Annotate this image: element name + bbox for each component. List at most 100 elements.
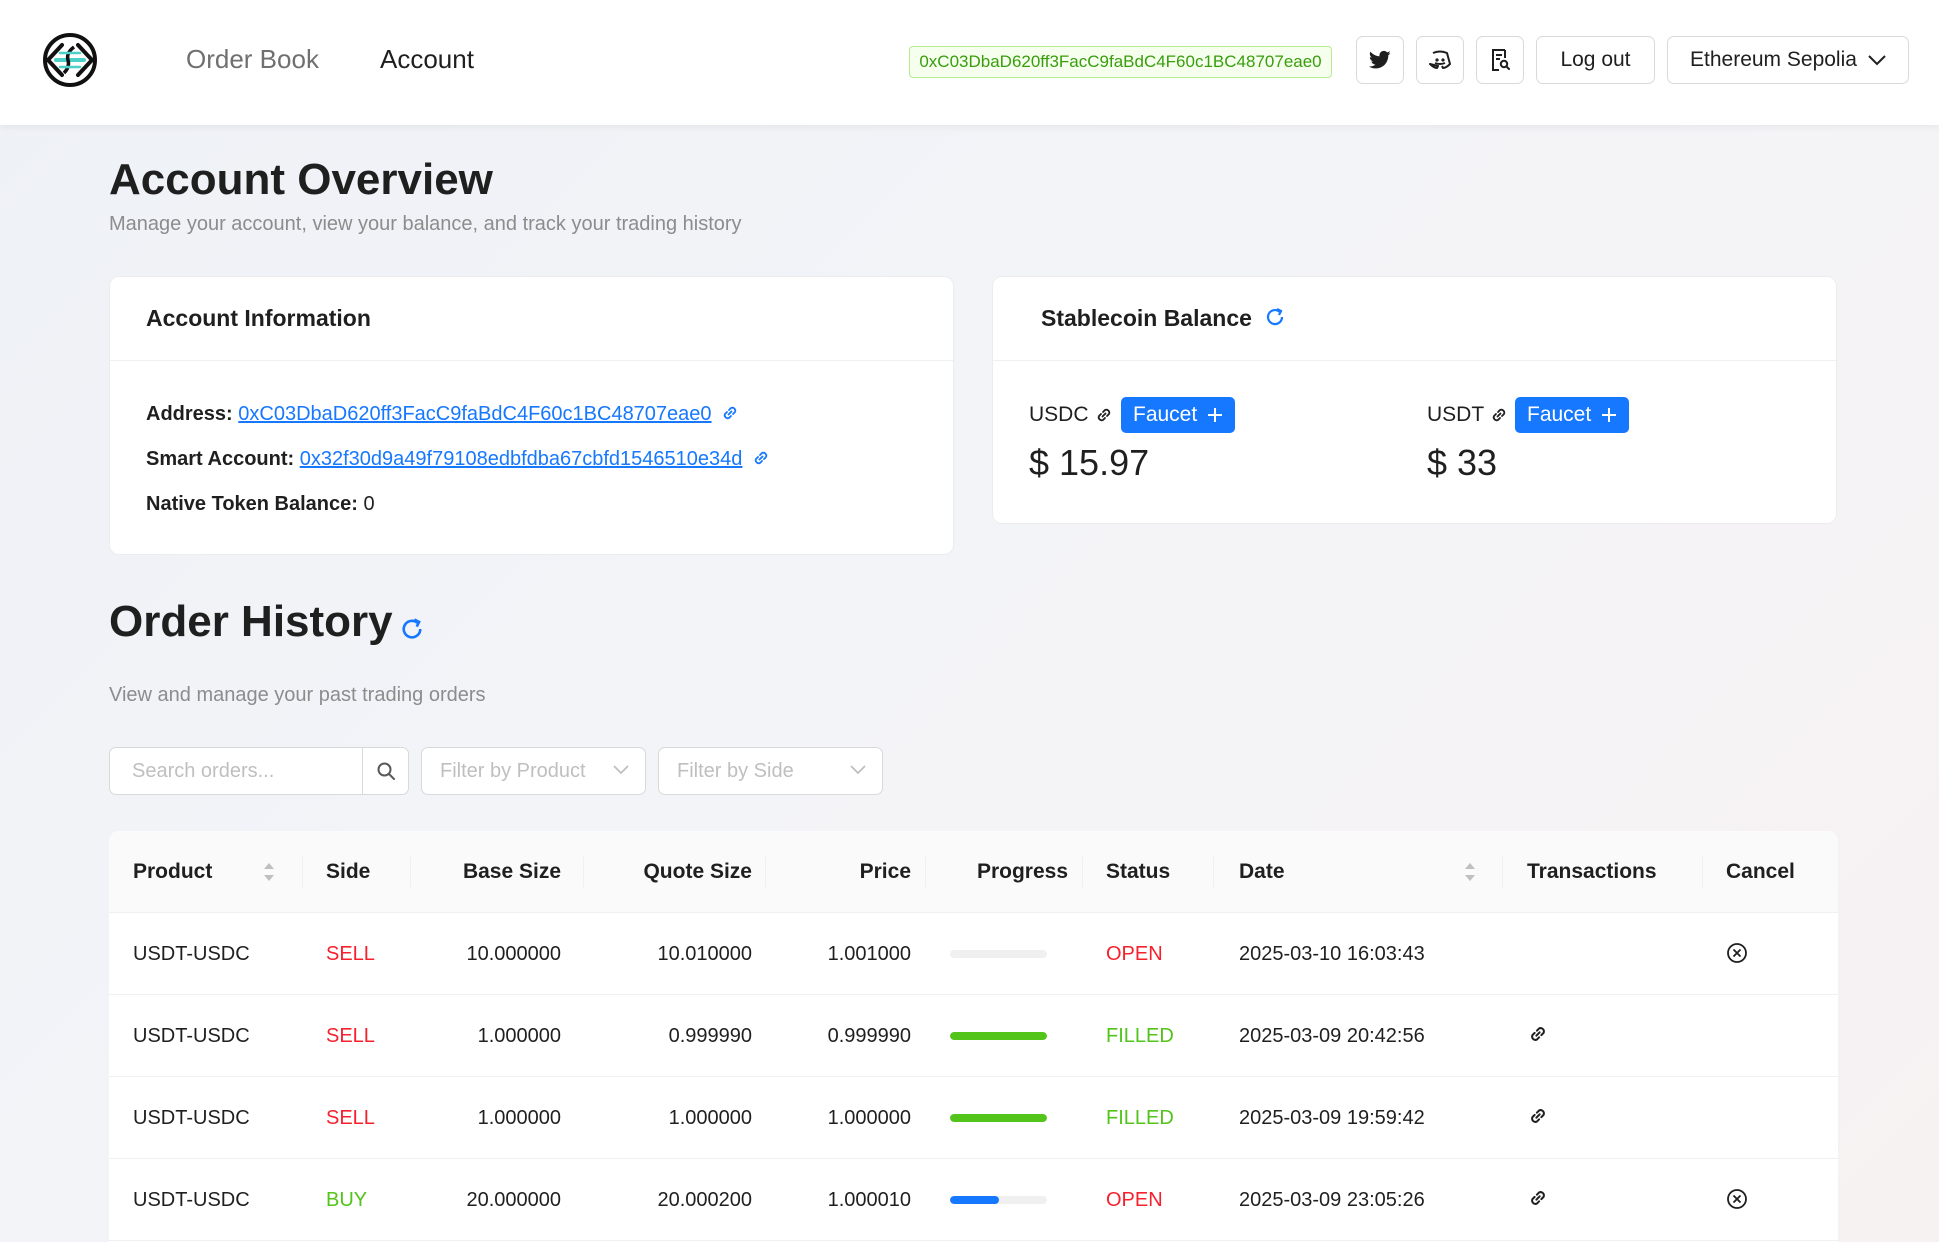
cell-date: 2025-03-09 19:59:42 [1239, 1107, 1425, 1129]
col-quote-size: Quote Size [643, 860, 752, 883]
cell-price: 1.000010 [827, 1189, 911, 1211]
plus-icon [1602, 408, 1617, 422]
link-icon[interactable] [752, 449, 770, 467]
address-row: Address: 0xC03DbaD620ff3FacC9faBdC4F60c1… [146, 403, 739, 426]
address-label: Address: [146, 403, 233, 425]
cell-product: USDT-USDC [133, 1189, 250, 1211]
table-header: Product Side Base Size Quote Size Price … [109, 831, 1838, 913]
search-input[interactable] [110, 748, 362, 794]
native-balance-value: 0 [363, 493, 375, 515]
top-navbar: Order Book Account 0xC03DbaD620ff3FacC9f… [0, 0, 1939, 125]
filter-side-placeholder: Filter by Side [677, 759, 794, 782]
table-row: USDT-USDC SELL 1.000000 0.999990 0.999990 FIL… [109, 995, 1838, 1077]
refresh-icon[interactable] [1264, 306, 1286, 328]
twitter-button[interactable] [1356, 36, 1404, 84]
stablecoin-title: Stablecoin Balance [1041, 305, 1252, 331]
progress-bar [950, 1196, 1047, 1204]
col-product[interactable]: Product [133, 831, 212, 913]
cell-product: USDT-USDC [133, 1025, 250, 1047]
network-select[interactable]: Ethereum Sepolia [1667, 36, 1909, 84]
cell-quote-size: 20.000200 [657, 1189, 752, 1211]
search-icon [377, 762, 395, 780]
filter-product-select[interactable]: Filter by Product [421, 747, 646, 795]
col-progress: Progress [976, 860, 1068, 883]
smart-account-link[interactable]: 0x32f30d9a49f79108edbfdba67cbfd1546510e3… [300, 448, 743, 470]
account-info-card: Account Information Address: 0xC03DbaD62… [109, 276, 954, 555]
cancel-order-icon[interactable] [1726, 942, 1748, 969]
cell-date: 2025-03-09 20:42:56 [1239, 1025, 1425, 1047]
cell-product: USDT-USDC [133, 943, 250, 965]
cell-side: SELL [326, 943, 375, 965]
refresh-icon[interactable] [399, 616, 425, 642]
cancel-order-icon[interactable] [1726, 1188, 1748, 1215]
order-history-subtitle: View and manage your past trading orders [109, 684, 486, 706]
sort-icon[interactable] [262, 861, 276, 883]
usdt-symbol: USDT [1427, 403, 1485, 426]
table-row: USDT-USDC BUY 20.000000 20.000200 1.000010 OP… [109, 1159, 1838, 1241]
cell-price: 0.999990 [827, 1025, 911, 1047]
progress-bar [950, 950, 1047, 958]
twitter-icon [1369, 50, 1391, 69]
plus-icon [1208, 408, 1223, 422]
order-history-heading: Order History [109, 597, 425, 647]
native-balance-row: Native Token Balance: 0 [146, 493, 375, 516]
cell-status: FILLED [1106, 1025, 1174, 1047]
cell-side: SELL [326, 1025, 375, 1047]
nav-order-book[interactable]: Order Book [186, 44, 319, 75]
usdt-balance: $ 33 [1427, 442, 1498, 483]
cell-product: USDT-USDC [133, 1107, 250, 1129]
account-info-title: Account Information [110, 277, 953, 361]
col-base-size: Base Size [462, 860, 561, 883]
logout-button[interactable]: Log out [1536, 36, 1655, 84]
link-icon[interactable] [1095, 406, 1113, 424]
transaction-link-icon[interactable] [1528, 1106, 1548, 1131]
order-search [109, 747, 409, 795]
cell-status: OPEN [1106, 1189, 1163, 1211]
filter-side-select[interactable]: Filter by Side [658, 747, 883, 795]
chevron-down-icon [1868, 55, 1886, 66]
col-transactions: Transactions [1527, 860, 1657, 883]
chevron-down-icon [850, 765, 866, 775]
cell-price: 1.000000 [827, 1107, 911, 1129]
usdc-faucet-button[interactable]: Faucet [1121, 397, 1236, 433]
link-icon[interactable] [721, 404, 739, 422]
page-title: Account Overview [109, 155, 493, 204]
col-status: Status [1106, 860, 1171, 883]
cell-base-size: 1.000000 [477, 1025, 561, 1047]
address-link[interactable]: 0xC03DbaD620ff3FacC9faBdC4F60c1BC48707ea… [238, 403, 711, 425]
progress-fill [950, 1114, 1047, 1122]
cell-date: 2025-03-09 23:05:26 [1239, 1189, 1425, 1211]
cell-side: SELL [326, 1107, 375, 1129]
docs-button[interactable] [1476, 36, 1524, 84]
usdc-label: USDC [1029, 403, 1113, 427]
discord-button[interactable] [1416, 36, 1464, 84]
cell-price: 1.001000 [827, 943, 911, 965]
usdt-label: USDT [1427, 403, 1508, 427]
link-icon[interactable] [1490, 406, 1508, 424]
progress-fill [950, 1196, 999, 1204]
transaction-link-icon[interactable] [1528, 1024, 1548, 1049]
transaction-link-icon[interactable] [1528, 1188, 1548, 1213]
usdc-balance: $ 15.97 [1029, 442, 1150, 483]
filter-product-placeholder: Filter by Product [440, 759, 586, 782]
cell-quote-size: 0.999990 [668, 1025, 752, 1047]
chevron-down-icon [613, 765, 629, 775]
wallet-address-tag: 0xC03DbaD620ff3FacC9faBdC4F60c1BC48707ea… [909, 46, 1332, 78]
cell-base-size: 1.000000 [477, 1107, 561, 1129]
stablecoin-card: Stablecoin Balance USDC Faucet $ 15.97 U… [992, 276, 1837, 524]
table-row: USDT-USDC SELL 10.000000 10.010000 1.001000 O… [109, 913, 1838, 995]
network-label: Ethereum Sepolia [1690, 48, 1857, 71]
usdc-symbol: USDC [1029, 403, 1089, 426]
search-button[interactable] [362, 748, 408, 794]
faucet-label: Faucet [1133, 403, 1198, 426]
usdt-faucet-button[interactable]: Faucet [1515, 397, 1630, 433]
col-date[interactable]: Date [1239, 831, 1285, 913]
col-side: Side [326, 860, 371, 883]
nav-account[interactable]: Account [380, 44, 474, 75]
order-history-title: Order History [109, 597, 393, 646]
cell-base-size: 20.000000 [466, 1189, 561, 1211]
sort-icon[interactable] [1463, 861, 1477, 883]
cell-base-size: 10.000000 [466, 943, 561, 965]
app-logo[interactable] [38, 31, 102, 89]
native-balance-label: Native Token Balance: [146, 493, 358, 515]
